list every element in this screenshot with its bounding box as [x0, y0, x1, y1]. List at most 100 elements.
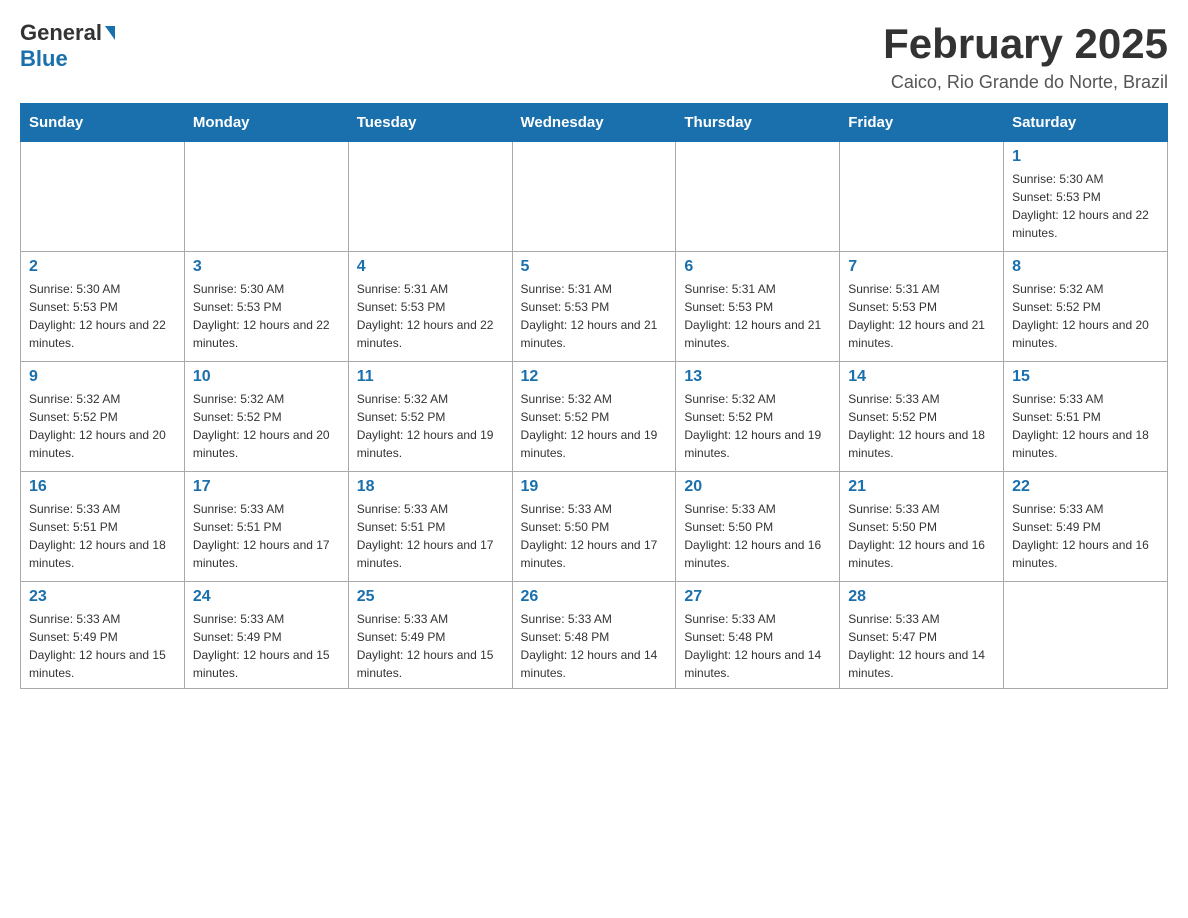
day-detail: Sunrise: 5:33 AMSunset: 5:51 PMDaylight:…	[357, 500, 504, 572]
calendar-cell: 28 Sunrise: 5:33 AMSunset: 5:47 PMDayligh…	[840, 582, 1004, 689]
day-number: 3	[193, 258, 340, 276]
month-title: February 2025	[883, 20, 1168, 68]
day-number: 13	[684, 368, 831, 386]
calendar-cell: 17 Sunrise: 5:33 AMSunset: 5:51 PMDayligh…	[184, 472, 348, 582]
day-number: 16	[29, 478, 176, 496]
calendar-cell: 10 Sunrise: 5:32 AMSunset: 5:52 PMDayligh…	[184, 362, 348, 472]
calendar-cell: 27 Sunrise: 5:33 AMSunset: 5:48 PMDayligh…	[676, 582, 840, 689]
calendar-week-3: 9 Sunrise: 5:32 AMSunset: 5:52 PMDaylight…	[21, 362, 1168, 472]
day-number: 9	[29, 368, 176, 386]
day-number: 24	[193, 588, 340, 606]
calendar-cell: 7Sunrise: 5:31 AMSunset: 5:53 PMDaylight…	[840, 252, 1004, 362]
day-number: 19	[521, 478, 668, 496]
calendar-cell: 16 Sunrise: 5:33 AMSunset: 5:51 PMDayligh…	[21, 472, 185, 582]
day-detail: Sunrise: 5:32 AMSunset: 5:52 PMDaylight:…	[357, 390, 504, 462]
calendar-cell	[1004, 582, 1168, 689]
calendar-cell	[676, 142, 840, 252]
day-number: 20	[684, 478, 831, 496]
calendar-cell: 21 Sunrise: 5:33 AMSunset: 5:50 PMDayligh…	[840, 472, 1004, 582]
day-detail: Sunrise: 5:33 AMSunset: 5:50 PMDaylight:…	[848, 500, 995, 572]
day-number: 26	[521, 588, 668, 606]
day-number: 14	[848, 368, 995, 386]
calendar-cell: 9 Sunrise: 5:32 AMSunset: 5:52 PMDaylight…	[21, 362, 185, 472]
calendar-week-1: 1 Sunrise: 5:30 AMSunset: 5:53 PMDaylight…	[21, 142, 1168, 252]
title-block: February 2025 Caico, Rio Grande do Norte…	[883, 20, 1168, 93]
day-number: 12	[521, 368, 668, 386]
logo: General Blue	[20, 20, 115, 72]
calendar-header: SundayMondayTuesdayWednesdayThursdayFrid…	[21, 104, 1168, 142]
day-detail: Sunrise: 5:33 AMSunset: 5:47 PMDaylight:…	[848, 610, 995, 682]
day-number: 25	[357, 588, 504, 606]
day-number: 23	[29, 588, 176, 606]
logo-blue-text: Blue	[20, 46, 68, 72]
day-detail: Sunrise: 5:33 AMSunset: 5:48 PMDaylight:…	[684, 610, 831, 682]
day-detail: Sunrise: 5:33 AMSunset: 5:52 PMDaylight:…	[848, 390, 995, 462]
day-detail: Sunrise: 5:33 AMSunset: 5:51 PMDaylight:…	[193, 500, 340, 572]
day-detail: Sunrise: 5:33 AMSunset: 5:49 PMDaylight:…	[357, 610, 504, 682]
day-detail: Sunrise: 5:32 AMSunset: 5:52 PMDaylight:…	[1012, 280, 1159, 352]
day-detail: Sunrise: 5:33 AMSunset: 5:51 PMDaylight:…	[1012, 390, 1159, 462]
calendar-cell: 2 Sunrise: 5:30 AMSunset: 5:53 PMDaylight…	[21, 252, 185, 362]
weekday-header-monday: Monday	[184, 104, 348, 142]
calendar-week-2: 2 Sunrise: 5:30 AMSunset: 5:53 PMDaylight…	[21, 252, 1168, 362]
day-detail: Sunrise: 5:31 AMSunset: 5:53 PMDaylight:…	[521, 280, 668, 352]
page-header: General Blue February 2025 Caico, Rio Gr…	[20, 20, 1168, 93]
day-detail: Sunrise: 5:30 AMSunset: 5:53 PMDaylight:…	[193, 280, 340, 352]
day-detail: Sunrise: 5:30 AMSunset: 5:53 PMDaylight:…	[29, 280, 176, 352]
calendar-cell: 13 Sunrise: 5:32 AMSunset: 5:52 PMDayligh…	[676, 362, 840, 472]
weekday-header-friday: Friday	[840, 104, 1004, 142]
day-detail: Sunrise: 5:33 AMSunset: 5:48 PMDaylight:…	[521, 610, 668, 682]
day-number: 28	[848, 588, 995, 606]
day-number: 8	[1012, 258, 1159, 276]
weekday-header-sunday: Sunday	[21, 104, 185, 142]
weekday-header-tuesday: Tuesday	[348, 104, 512, 142]
calendar-cell	[512, 142, 676, 252]
calendar-cell	[840, 142, 1004, 252]
calendar-cell: 24 Sunrise: 5:33 AMSunset: 5:49 PMDayligh…	[184, 582, 348, 689]
day-number: 17	[193, 478, 340, 496]
calendar-cell: 6 Sunrise: 5:31 AMSunset: 5:53 PMDaylight…	[676, 252, 840, 362]
calendar-week-5: 23 Sunrise: 5:33 AMSunset: 5:49 PMDayligh…	[21, 582, 1168, 689]
day-number: 27	[684, 588, 831, 606]
day-detail: Sunrise: 5:33 AMSunset: 5:50 PMDaylight:…	[684, 500, 831, 572]
day-number: 4	[357, 258, 504, 276]
day-number: 6	[684, 258, 831, 276]
day-number: 15	[1012, 368, 1159, 386]
logo-triangle-icon	[105, 26, 115, 40]
weekday-header-thursday: Thursday	[676, 104, 840, 142]
day-number: 18	[357, 478, 504, 496]
day-detail: Sunrise: 5:31 AMSunset: 5:53 PMDaylight:…	[684, 280, 831, 352]
calendar-cell: 12 Sunrise: 5:32 AMSunset: 5:52 PMDayligh…	[512, 362, 676, 472]
calendar-cell	[21, 142, 185, 252]
calendar-cell: 25 Sunrise: 5:33 AMSunset: 5:49 PMDayligh…	[348, 582, 512, 689]
location-title: Caico, Rio Grande do Norte, Brazil	[883, 72, 1168, 93]
calendar-cell: 22Sunrise: 5:33 AMSunset: 5:49 PMDayligh…	[1004, 472, 1168, 582]
day-detail: Sunrise: 5:30 AMSunset: 5:53 PMDaylight:…	[1012, 170, 1159, 242]
day-number: 10	[193, 368, 340, 386]
day-number: 1	[1012, 148, 1159, 166]
day-detail: Sunrise: 5:33 AMSunset: 5:49 PMDaylight:…	[1012, 500, 1159, 572]
calendar-body: 1 Sunrise: 5:30 AMSunset: 5:53 PMDaylight…	[21, 142, 1168, 689]
day-number: 11	[357, 368, 504, 386]
day-detail: Sunrise: 5:33 AMSunset: 5:49 PMDaylight:…	[29, 610, 176, 682]
day-number: 21	[848, 478, 995, 496]
calendar-cell: 18 Sunrise: 5:33 AMSunset: 5:51 PMDayligh…	[348, 472, 512, 582]
day-detail: Sunrise: 5:33 AMSunset: 5:51 PMDaylight:…	[29, 500, 176, 572]
day-number: 2	[29, 258, 176, 276]
logo-general-text: General	[20, 20, 102, 46]
day-detail: Sunrise: 5:31 AMSunset: 5:53 PMDaylight:…	[357, 280, 504, 352]
calendar-table: SundayMondayTuesdayWednesdayThursdayFrid…	[20, 103, 1168, 689]
day-number: 5	[521, 258, 668, 276]
calendar-cell: 5 Sunrise: 5:31 AMSunset: 5:53 PMDaylight…	[512, 252, 676, 362]
day-detail: Sunrise: 5:33 AMSunset: 5:49 PMDaylight:…	[193, 610, 340, 682]
calendar-cell: 23 Sunrise: 5:33 AMSunset: 5:49 PMDayligh…	[21, 582, 185, 689]
weekday-header-wednesday: Wednesday	[512, 104, 676, 142]
calendar-cell: 4 Sunrise: 5:31 AMSunset: 5:53 PMDaylight…	[348, 252, 512, 362]
day-detail: Sunrise: 5:32 AMSunset: 5:52 PMDaylight:…	[29, 390, 176, 462]
day-detail: Sunrise: 5:32 AMSunset: 5:52 PMDaylight:…	[193, 390, 340, 462]
day-detail: Sunrise: 5:32 AMSunset: 5:52 PMDaylight:…	[684, 390, 831, 462]
day-detail: Sunrise: 5:31 AMSunset: 5:53 PMDaylight:…	[848, 280, 995, 352]
calendar-cell: 19Sunrise: 5:33 AMSunset: 5:50 PMDayligh…	[512, 472, 676, 582]
calendar-cell: 14 Sunrise: 5:33 AMSunset: 5:52 PMDayligh…	[840, 362, 1004, 472]
day-detail: Sunrise: 5:32 AMSunset: 5:52 PMDaylight:…	[521, 390, 668, 462]
